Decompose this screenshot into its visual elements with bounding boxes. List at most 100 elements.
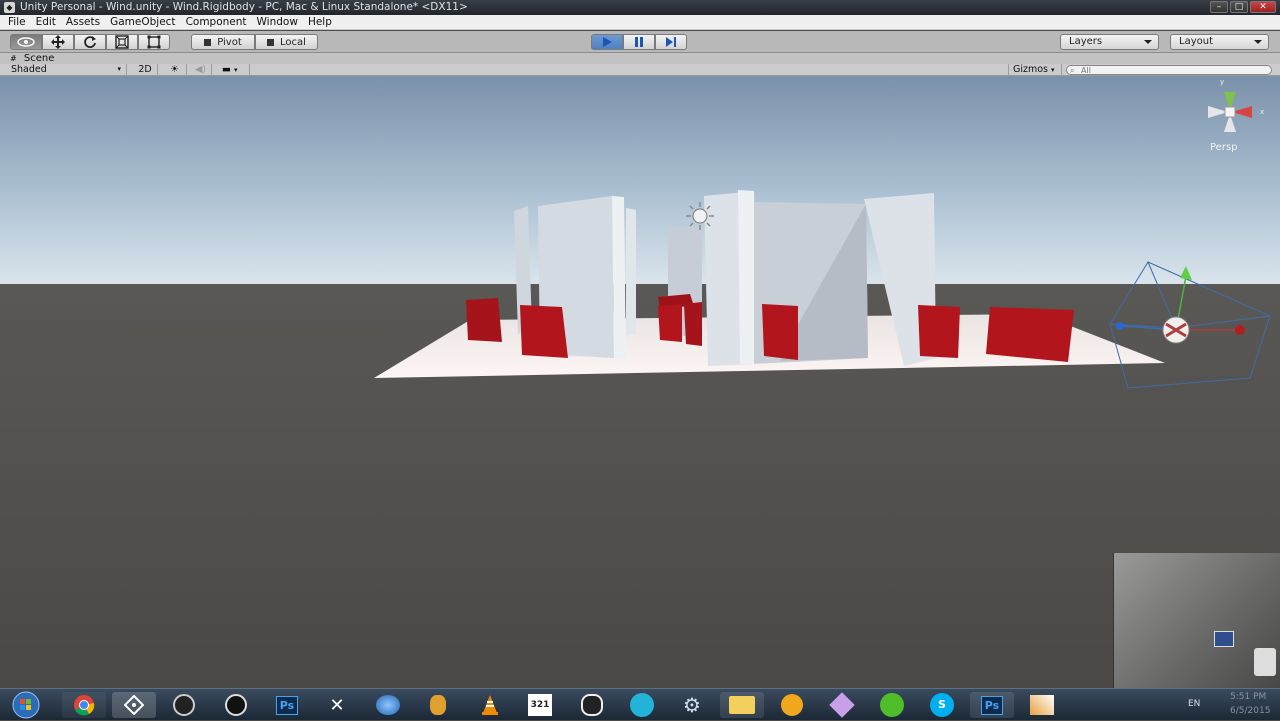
hand-tool-button[interactable]: [10, 34, 42, 50]
street-sign-icon: [1214, 631, 1234, 647]
rotate-icon: [84, 36, 96, 48]
pause-button[interactable]: [623, 34, 655, 50]
effects-dropdown[interactable]: ▬ ▾: [218, 64, 250, 76]
game-taskbar-button[interactable]: [570, 692, 614, 718]
pineapple-taskbar-button[interactable]: [416, 692, 460, 718]
start-button[interactable]: [6, 691, 46, 719]
browser-taskbar-button[interactable]: [620, 692, 664, 718]
menu-help[interactable]: Help: [303, 15, 337, 29]
utorrent-taskbar-button[interactable]: [870, 692, 914, 718]
pivot-icon: [204, 38, 212, 46]
scene-tab[interactable]: # Scene: [0, 53, 1280, 64]
menu-edit[interactable]: Edit: [31, 15, 61, 29]
calendar-taskbar-button[interactable]: 321: [518, 692, 562, 718]
menu-component[interactable]: Component: [181, 15, 252, 29]
red-box-1: [466, 298, 502, 342]
scene-tab-label: Scene: [23, 53, 55, 64]
chrome-taskbar-button[interactable]: [62, 692, 106, 718]
red-box-4: [658, 304, 682, 342]
local-button[interactable]: Local: [255, 34, 318, 50]
window-title: Unity Personal - Wind.unity - Wind.Rigid…: [20, 1, 468, 13]
wall-middle-edge: [738, 190, 756, 364]
window-controls: – □ ✕: [1210, 1, 1276, 13]
playback-controls: [591, 34, 687, 50]
red-box-8: [986, 307, 1074, 362]
search-icon: ⌕: [1070, 66, 1075, 75]
shield-icon: [581, 694, 603, 716]
vlc-taskbar-button[interactable]: [468, 692, 512, 718]
chevron-down-icon: ▾: [1051, 66, 1055, 74]
settings-taskbar-button[interactable]: ⚙: [670, 692, 714, 718]
system-tray: EN 5:51 PM 6/5/2015: [1090, 689, 1280, 721]
diamond-icon: [829, 692, 855, 718]
main-toolbar: Pivot Local Layers Layout: [0, 31, 1280, 53]
music-taskbar-button[interactable]: [770, 692, 814, 718]
pineapple-icon: [430, 695, 446, 715]
clock-time[interactable]: 5:51 PM: [1230, 692, 1266, 702]
menu-gameobject[interactable]: GameObject: [105, 15, 180, 29]
eye-icon: [17, 37, 35, 47]
app-g2-taskbar-button[interactable]: [214, 692, 258, 718]
play-button[interactable]: [591, 34, 623, 50]
explorer-taskbar-button[interactable]: [720, 692, 764, 718]
move-arrows-icon: [51, 35, 65, 49]
shading-mode-label: Shaded: [11, 64, 47, 75]
sun-icon: ☀: [170, 64, 179, 75]
local-label: Local: [280, 36, 306, 48]
vlc-cone-icon: [482, 695, 498, 715]
zbrush-taskbar-button[interactable]: ✕: [315, 692, 359, 718]
audio-toggle[interactable]: ◀): [190, 64, 212, 76]
play-icon: [603, 37, 612, 47]
skype-taskbar-button[interactable]: S: [920, 692, 964, 718]
scene-search-input[interactable]: ⌕ All: [1066, 65, 1272, 75]
pivot-button[interactable]: Pivot: [191, 34, 255, 50]
language-indicator[interactable]: EN: [1188, 699, 1200, 709]
photoshop-taskbar-button[interactable]: Ps: [265, 692, 309, 718]
app-g1-taskbar-button[interactable]: [162, 692, 206, 718]
pivot-label: Pivot: [217, 36, 242, 48]
scene-viewport[interactable]: y x Persp: [0, 76, 1280, 688]
rotate-tool-button[interactable]: [74, 34, 106, 50]
chrome-icon: [74, 695, 95, 716]
scene-render: y x Persp: [0, 76, 1280, 688]
scale-icon: [115, 35, 129, 49]
photoshop2-taskbar-button[interactable]: Ps: [970, 692, 1014, 718]
menu-file[interactable]: File: [3, 15, 31, 29]
red-box-7: [918, 305, 960, 358]
move-tool-button[interactable]: [42, 34, 74, 50]
paint-taskbar-button[interactable]: [1020, 692, 1064, 718]
layout-dropdown[interactable]: Layout: [1170, 34, 1269, 50]
house-number-icon: [1254, 648, 1276, 676]
minimize-button[interactable]: –: [1210, 1, 1228, 13]
rect-transform-icon: [147, 35, 161, 49]
menu-window[interactable]: Window: [252, 15, 303, 29]
pivot-toggles: Pivot Local: [191, 34, 318, 50]
network-taskbar-button[interactable]: [366, 692, 410, 718]
red-box-2: [520, 305, 568, 358]
gizmos-dropdown[interactable]: Gizmos ▾: [1008, 64, 1062, 76]
gear-icon: ⚙: [683, 693, 701, 717]
view-mode-label[interactable]: Persp: [1210, 142, 1238, 153]
photoshop-icon: Ps: [275, 695, 299, 715]
step-button[interactable]: [655, 34, 687, 50]
folder-icon: [729, 696, 755, 714]
directional-light-icon: [686, 202, 714, 230]
maximize-button[interactable]: □: [1230, 1, 1248, 13]
menu-assets[interactable]: Assets: [61, 15, 105, 29]
layers-label: Layers: [1069, 36, 1103, 47]
lighting-toggle[interactable]: ☀: [163, 64, 187, 76]
close-button[interactable]: ✕: [1250, 1, 1276, 13]
rect-tool-button[interactable]: [138, 34, 170, 50]
circle-app-icon: [630, 693, 654, 717]
unity-taskbar-button[interactable]: [112, 692, 156, 718]
svg-text:x: x: [1260, 108, 1264, 116]
calendar-icon: 321: [528, 694, 552, 716]
scale-tool-button[interactable]: [106, 34, 138, 50]
diamond-taskbar-button[interactable]: [820, 692, 864, 718]
clock-date[interactable]: 6/5/2015: [1230, 706, 1270, 716]
shading-mode-dropdown[interactable]: Shaded ▾: [7, 64, 127, 76]
layers-dropdown[interactable]: Layers: [1060, 34, 1159, 50]
2d-toggle[interactable]: 2D: [133, 64, 158, 76]
sky: [0, 76, 1280, 286]
window-titlebar: ◆ Unity Personal - Wind.unity - Wind.Rig…: [0, 0, 1280, 15]
